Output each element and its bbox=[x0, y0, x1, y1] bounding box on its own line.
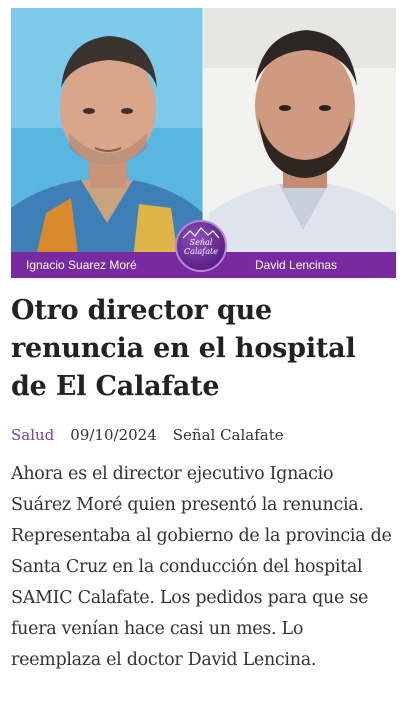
senal-calafate-logo: Señal Calafate bbox=[175, 220, 227, 272]
article-author: Señal Calafate bbox=[172, 426, 284, 444]
logo-line-2: Calafate bbox=[184, 247, 218, 256]
article-meta: Salud 09/10/2024 Señal Calafate bbox=[11, 424, 284, 446]
article-hero-image[interactable]: Ignacio Suarez Moré David Lencinas Señal… bbox=[11, 8, 396, 278]
article-summary: Ahora es el director ejecutivo Ignacio S… bbox=[11, 464, 392, 670]
right-person-caption: David Lencinas bbox=[255, 258, 338, 272]
article-title[interactable]: Otro director que renuncia en el hospita… bbox=[11, 292, 397, 406]
left-person-caption: Ignacio Suarez Moré bbox=[26, 258, 137, 272]
logo-line-1: Señal bbox=[189, 238, 213, 247]
category-link[interactable]: Salud bbox=[11, 426, 54, 444]
publish-date: 09/10/2024 bbox=[70, 426, 157, 444]
